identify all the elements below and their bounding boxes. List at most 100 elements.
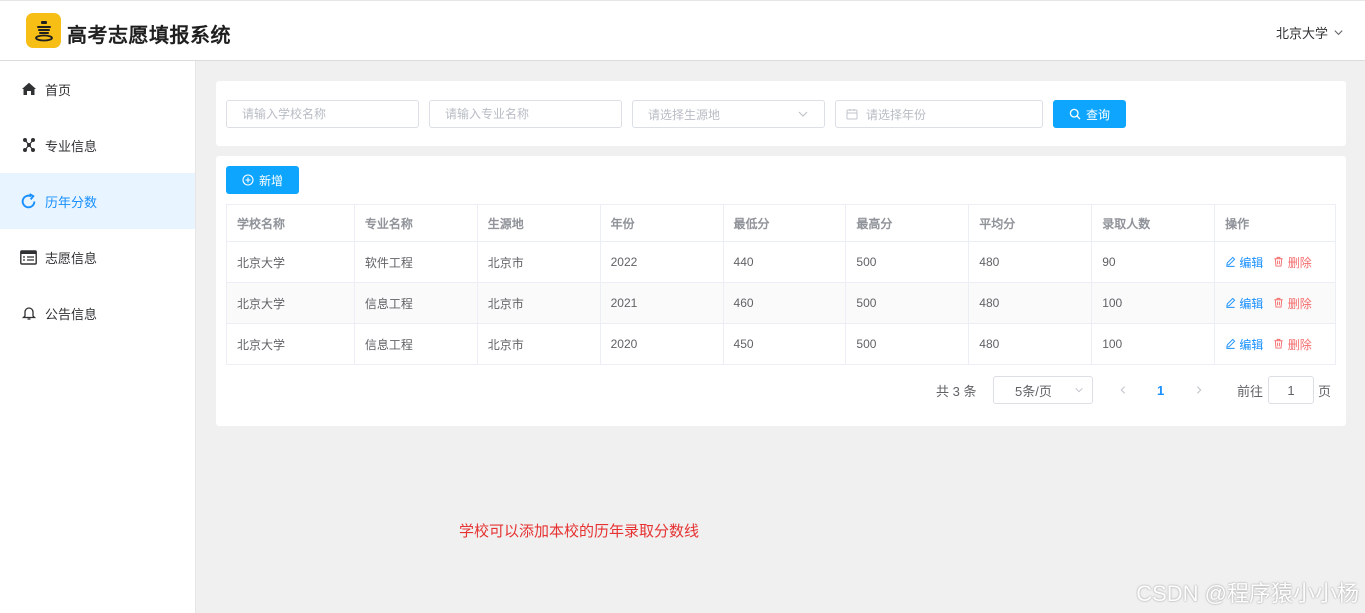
app-title: 高考志愿填报系统 — [67, 25, 231, 47]
table-cell: 2021 — [599, 282, 724, 324]
list-card-icon — [20, 249, 37, 266]
table-row: 北京大学 软件工程 北京市 2022 440 500 480 90 编辑 删除 — [226, 241, 1336, 283]
sidebar-item-label: 首页 — [45, 82, 72, 98]
chevron-down-icon — [1334, 30, 1343, 36]
add-button[interactable]: 新增 — [226, 166, 299, 194]
sidebar-item-scores[interactable]: 历年分数 — [0, 173, 195, 229]
row-actions: 编辑 删除 — [1214, 241, 1336, 283]
row-actions: 编辑 删除 — [1214, 282, 1336, 324]
goto-page-value: 1 — [1287, 382, 1295, 398]
table-row: 北京大学 信息工程 北京市 2021 460 500 480 100 编辑 删除 — [226, 282, 1336, 324]
chevron-down-icon — [798, 111, 808, 117]
trash-icon — [1274, 256, 1284, 267]
edit-button[interactable]: 编辑 — [1225, 297, 1263, 311]
search-panel: 请选择生源地 请选择年份 查询 — [216, 81, 1346, 146]
table-cell: 440 — [722, 241, 847, 283]
delete-label: 删除 — [1287, 255, 1312, 270]
year-picker-placeholder: 请选择年份 — [866, 107, 927, 122]
table-cell: 100 — [1091, 282, 1216, 324]
edit-label: 编辑 — [1239, 337, 1264, 352]
page-size-value: 5条/页 — [1015, 383, 1052, 399]
table-cell: 北京市 — [476, 323, 601, 365]
delete-button[interactable]: 删除 — [1273, 337, 1312, 352]
next-page-button[interactable] — [1192, 376, 1206, 404]
sidebar-item-label: 志愿信息 — [45, 250, 98, 266]
table-cell: 500 — [845, 323, 970, 365]
user-menu[interactable]: 北京大学 — [1276, 23, 1344, 42]
query-button[interactable]: 查询 — [1053, 100, 1126, 128]
table-cell: 北京大学 — [226, 323, 355, 365]
calendar-icon — [846, 109, 858, 120]
chevron-down-icon — [1075, 387, 1083, 393]
page-number-current[interactable]: 1 — [1157, 376, 1164, 404]
origin-select-placeholder: 请选择生源地 — [648, 107, 721, 122]
network-icon — [20, 137, 37, 154]
top-header: 高考志愿填报系统 北京大学 — [0, 0, 1365, 61]
table-cell: 480 — [968, 282, 1093, 324]
row-actions: 编辑 删除 — [1214, 323, 1336, 365]
sidebar-item-label: 专业信息 — [45, 138, 98, 154]
edit-label: 编辑 — [1239, 255, 1264, 270]
edit-label: 编辑 — [1239, 296, 1264, 311]
major-name-input[interactable] — [445, 107, 606, 121]
table-cell: 100 — [1091, 323, 1216, 365]
column-header: 操作 — [1214, 204, 1336, 242]
delete-label: 删除 — [1287, 337, 1312, 352]
query-button-label: 查询 — [1085, 107, 1110, 122]
user-name: 北京大学 — [1275, 26, 1328, 41]
column-header: 专业名称 — [353, 204, 478, 242]
sidebar-item-notices[interactable]: 公告信息 — [0, 285, 195, 341]
column-header: 学校名称 — [226, 204, 355, 242]
pencil-icon — [1226, 338, 1236, 349]
table-cell: 北京市 — [476, 241, 601, 283]
goto-prefix: 前往 — [1237, 383, 1264, 399]
edit-button[interactable]: 编辑 — [1225, 338, 1263, 352]
page-size-select[interactable]: 5条/页 — [993, 376, 1093, 404]
goto-page-input[interactable]: 1 — [1268, 376, 1314, 404]
table-cell: 信息工程 — [353, 323, 478, 365]
chevron-right-icon — [1196, 386, 1202, 394]
table-panel: 新增 学校名称 专业名称 生源地 年份 最低分 最高分 平均分 录取人数 操作 … — [216, 156, 1346, 426]
sidebar-item-home[interactable]: 首页 — [0, 61, 195, 117]
pagination-total: 共 3 条 — [936, 383, 977, 399]
sidebar-item-applications[interactable]: 志愿信息 — [0, 229, 195, 285]
school-name-field[interactable] — [226, 100, 419, 128]
sidebar-item-majors[interactable]: 专业信息 — [0, 117, 195, 173]
search-icon — [1069, 108, 1081, 120]
table-cell: 500 — [845, 241, 970, 283]
sidebar-item-label: 公告信息 — [45, 306, 98, 322]
table-cell: 信息工程 — [353, 282, 478, 324]
trash-icon — [1274, 297, 1284, 308]
year-picker[interactable]: 请选择年份 — [835, 100, 1043, 128]
table-cell: 480 — [968, 323, 1093, 365]
column-header: 最高分 — [845, 204, 970, 242]
origin-select[interactable]: 请选择生源地 — [632, 100, 825, 128]
app-logo — [26, 13, 61, 48]
plus-circle-icon — [242, 174, 254, 186]
watermark: CSDN @程序猿小小杨 — [1136, 581, 1359, 606]
table-cell: 450 — [722, 323, 847, 365]
delete-label: 删除 — [1287, 296, 1312, 311]
refresh-icon — [20, 192, 37, 210]
table-header-row: 学校名称 专业名称 生源地 年份 最低分 最高分 平均分 录取人数 操作 — [226, 204, 1336, 242]
table-cell: 480 — [968, 241, 1093, 283]
table-cell: 460 — [722, 282, 847, 324]
table-cell: 北京市 — [476, 282, 601, 324]
pencil-icon — [1226, 256, 1236, 267]
scores-table: 学校名称 专业名称 生源地 年份 最低分 最高分 平均分 录取人数 操作 北京大… — [226, 204, 1336, 365]
sidebar: 首页 专业信息 历年分数 志愿信息 公告信息 — [0, 61, 196, 613]
prev-page-button[interactable] — [1116, 376, 1130, 404]
column-header: 平均分 — [968, 204, 1093, 242]
goto-suffix: 页 — [1318, 383, 1332, 399]
column-header: 录取人数 — [1091, 204, 1216, 242]
edit-button[interactable]: 编辑 — [1225, 256, 1263, 270]
annotation-note: 学校可以添加本校的历年录取分数线 — [459, 523, 700, 540]
column-header: 最低分 — [722, 204, 847, 242]
major-name-field[interactable] — [429, 100, 622, 128]
delete-button[interactable]: 删除 — [1273, 255, 1312, 270]
add-button-label: 新增 — [258, 173, 283, 188]
school-name-input[interactable] — [242, 107, 403, 121]
home-icon — [20, 81, 37, 98]
delete-button[interactable]: 删除 — [1273, 296, 1312, 311]
chevron-left-icon — [1120, 386, 1126, 394]
